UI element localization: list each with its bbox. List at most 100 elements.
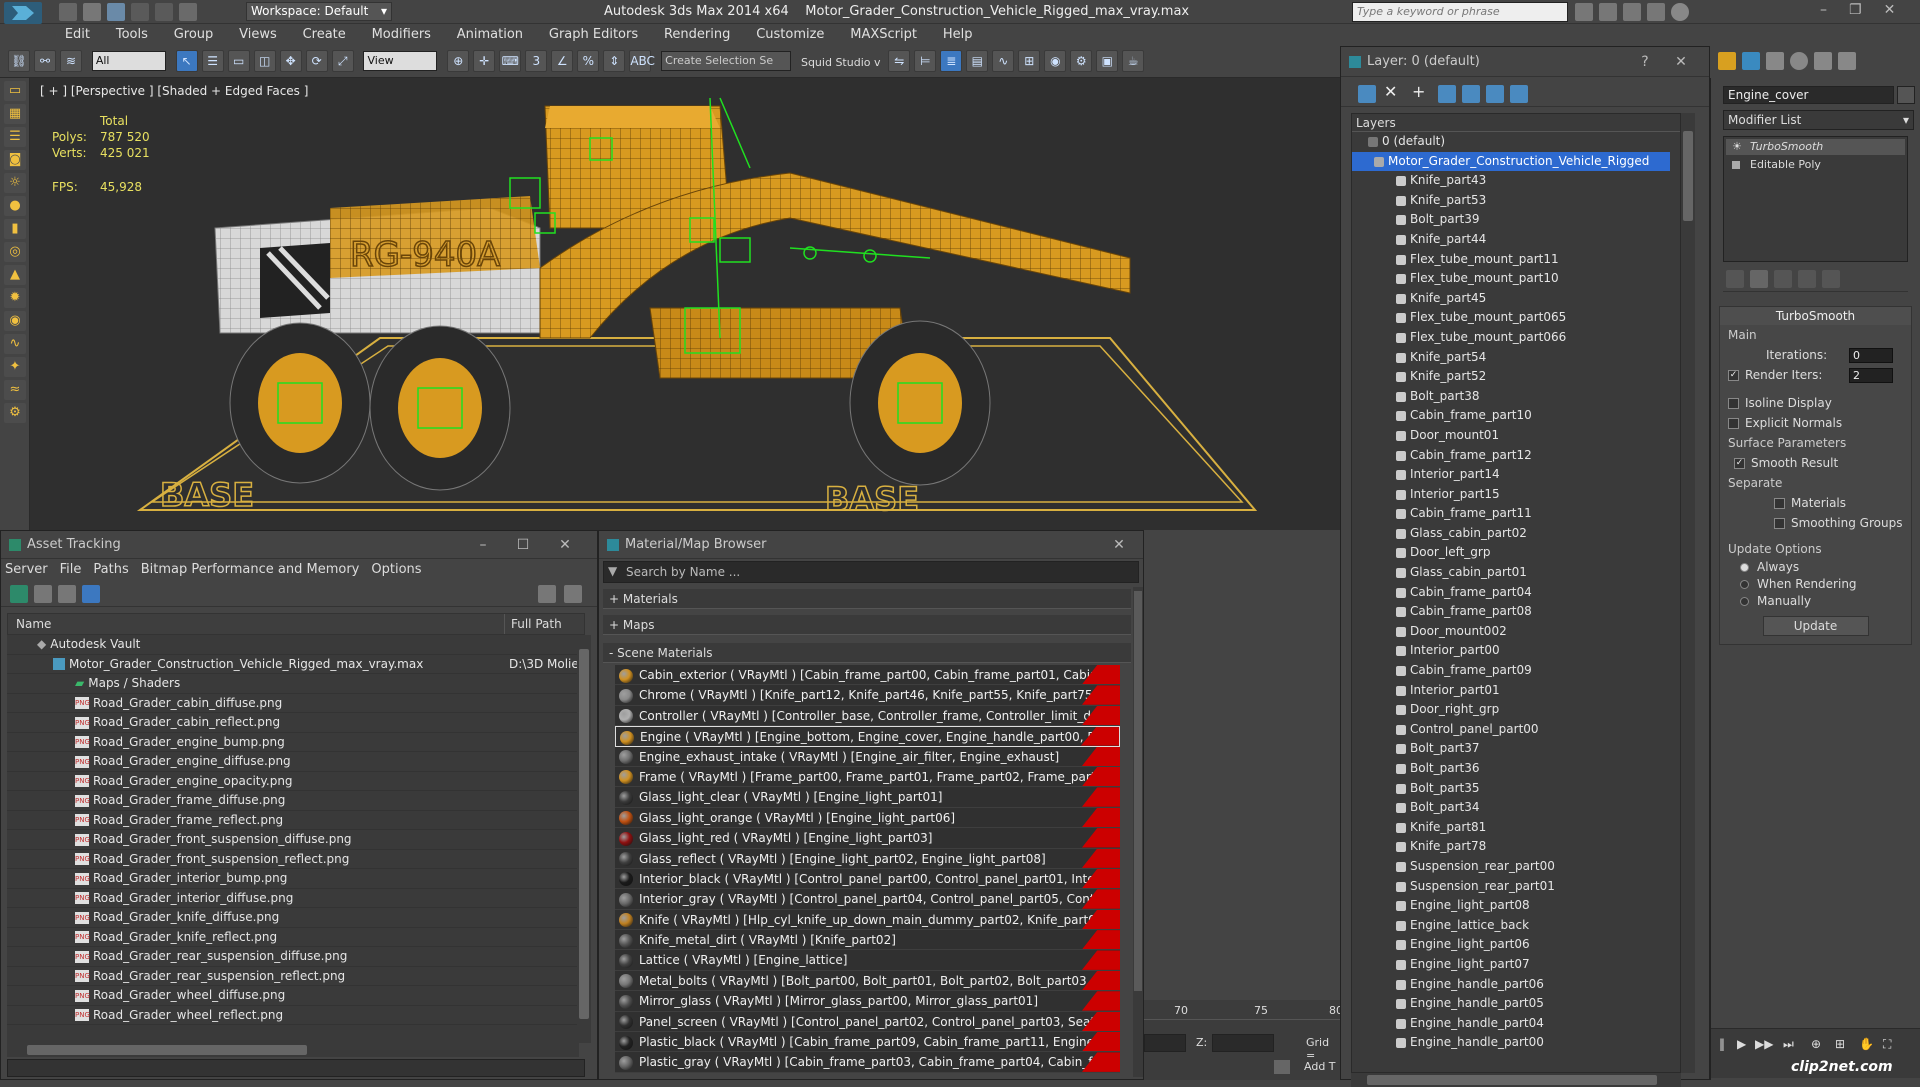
squid-studio-label[interactable]: Squid Studio v <box>801 56 881 69</box>
render-iters-spinner[interactable]: 2 <box>1849 368 1893 383</box>
material-row[interactable]: Knife ( VRayMtl ) [Hlp_cyl_knife_up_down… <box>615 909 1120 931</box>
delete-icon[interactable]: ✕ <box>1384 82 1402 101</box>
select-object-icon[interactable]: ↖ <box>175 50 198 72</box>
layer-object-row[interactable]: Engine_handle_part04 <box>1352 1014 1680 1034</box>
align-icon[interactable]: ⊨ <box>914 50 937 72</box>
torus-icon[interactable]: ◎ <box>4 242 26 262</box>
layer-object-row[interactable]: Knife_part78 <box>1352 837 1680 857</box>
material-browser-header[interactable]: Material/Map Browser ✕ <box>599 531 1143 559</box>
redo-icon[interactable] <box>155 3 173 21</box>
layer-object-row[interactable]: Cabin_frame_part04 <box>1352 583 1680 603</box>
sphere-icon[interactable]: ● <box>4 196 26 216</box>
layer-object-row[interactable]: Flex_tube_mount_part065 <box>1352 308 1680 328</box>
asset-file-row[interactable]: PNG Road_Grader_rear_suspension_reflect.p… <box>7 966 579 986</box>
layer-default[interactable]: 0 (default) <box>1352 132 1680 152</box>
layer-object-row[interactable]: Door_mount01 <box>1352 426 1680 446</box>
layer-object-row[interactable]: Flex_tube_mount_part10 <box>1352 269 1680 289</box>
material-row[interactable]: Engine ( VRayMtl ) [Engine_bottom, Engin… <box>615 726 1120 747</box>
asset-file-row[interactable]: PNG Road_Grader_rear_suspension_diffuse.p… <box>7 947 579 967</box>
material-row[interactable]: Panel_screen ( VRayMtl ) [Control_panel_… <box>615 1011 1120 1033</box>
lightbulb-icon[interactable]: ☀ <box>1732 139 1742 155</box>
cone-icon[interactable]: ▲ <box>4 265 26 285</box>
layer-explorer-icon[interactable]: ≣ <box>940 50 963 72</box>
asset-file-row[interactable]: PNG Road_Grader_engine_diffuse.png <box>7 752 579 772</box>
binoculars-icon[interactable] <box>1575 3 1593 21</box>
asset-file-row[interactable]: PNG Road_Grader_frame_diffuse.png <box>7 791 579 811</box>
subscription-icon[interactable] <box>1599 3 1617 21</box>
layer-object-row[interactable]: Control_panel_part00 <box>1352 720 1680 740</box>
motion-tab-icon[interactable] <box>1790 52 1808 70</box>
stack-item-turbosmooth[interactable]: ☀ TurboSmooth <box>1726 139 1905 155</box>
smooth-result-checkbox[interactable]: ✓ <box>1734 458 1745 469</box>
material-row[interactable]: Cabin_exterior ( VRayMtl ) [Cabin_frame_… <box>615 665 1120 686</box>
always-radio[interactable] <box>1740 563 1749 572</box>
list-view-icon[interactable] <box>34 585 52 603</box>
utilities-tab-icon[interactable] <box>1838 52 1856 70</box>
material-row[interactable]: Glass_light_clear ( VRayMtl ) [Engine_li… <box>615 787 1120 808</box>
display-tab-icon[interactable] <box>1814 52 1832 70</box>
expand-icon[interactable] <box>1732 161 1740 169</box>
help-icon[interactable] <box>538 585 556 603</box>
material-row[interactable]: Controller ( VRayMtl ) [Controller_base,… <box>615 705 1120 727</box>
maps-folder-row[interactable]: ▰ Maps / Shaders <box>7 674 579 694</box>
render-icon[interactable]: ☕ <box>1122 50 1145 72</box>
menu-bitmap-performance[interactable]: Bitmap Performance and Memory <box>141 562 360 577</box>
z-coord-field[interactable] <box>1212 1034 1274 1052</box>
settings-icon[interactable] <box>564 585 582 603</box>
hide-layer-icon[interactable] <box>1510 84 1528 103</box>
dropdown-arrow-icon[interactable]: ▼ <box>608 564 617 578</box>
link-icon[interactable]: ⛓ <box>8 50 30 72</box>
zoom-icon[interactable]: ⊕ <box>1811 1037 1821 1051</box>
light-icon[interactable]: ☼ <box>4 173 26 193</box>
bind-space-warp-icon[interactable]: ≋ <box>60 50 82 72</box>
material-row[interactable]: Plastic_black ( VRayMtl ) [Cabin_frame_p… <box>615 1032 1120 1053</box>
material-row[interactable]: Glass_light_orange ( VRayMtl ) [Engine_l… <box>615 807 1120 829</box>
scene-file-row[interactable]: Motor_Grader_Construction_Vehicle_Rigged… <box>7 654 579 674</box>
menu-file[interactable]: File <box>60 562 82 577</box>
layer-object-row[interactable]: Glass_cabin_part01 <box>1352 563 1680 583</box>
layer-object-row[interactable]: Bolt_part38 <box>1352 387 1680 407</box>
asset-file-row[interactable]: PNG Road_Grader_knife_diffuse.png <box>7 908 579 928</box>
layer-object-row[interactable]: Knife_part45 <box>1352 289 1680 309</box>
layer-object-row[interactable]: Engine_light_part07 <box>1352 955 1680 975</box>
percent-snap-icon[interactable]: % <box>577 50 600 72</box>
modifier-list-dropdown[interactable]: Modifier List ▾ <box>1723 110 1914 130</box>
material-row[interactable]: Glass_light_red ( VRayMtl ) [Engine_ligh… <box>615 828 1120 849</box>
asset-file-row[interactable]: PNG Road_Grader_frame_reflect.png <box>7 810 579 830</box>
menu-customize[interactable]: Customize <box>745 24 835 46</box>
restore-icon[interactable]: ❐ <box>1849 2 1884 18</box>
selection-filter-dropdown[interactable]: All <box>91 51 166 71</box>
menu-modifiers[interactable]: Modifiers <box>361 24 442 46</box>
project-folder-icon[interactable] <box>179 3 197 21</box>
layer-explorer-header[interactable]: Layer: 0 (default) ? ✕ <box>1341 47 1709 77</box>
curve-editor-icon[interactable]: ∿ <box>992 50 1015 72</box>
spinner-snap-icon[interactable]: ⇕ <box>603 50 626 72</box>
layer-object-row[interactable]: Knife_part43 <box>1352 171 1680 191</box>
search-input[interactable]: Type a keyword or phrase <box>1352 2 1568 22</box>
viewport-icon[interactable]: ▭ <box>4 81 26 101</box>
material-row[interactable]: Interior_gray ( VRayMtl ) [Control_panel… <box>615 889 1120 910</box>
isoline-checkbox[interactable] <box>1728 398 1739 409</box>
layer-object-row[interactable]: Cabin_frame_part11 <box>1352 504 1680 524</box>
layer-object-row[interactable]: Cabin_frame_part09 <box>1352 661 1680 681</box>
asset-file-row[interactable]: PNG Road_Grader_wheel_diffuse.png <box>7 986 579 1006</box>
thumbnail-view-icon[interactable] <box>58 585 76 603</box>
object-name-field[interactable]: Engine_cover <box>1723 86 1894 104</box>
layer-object-row[interactable]: Engine_handle_part05 <box>1352 994 1680 1014</box>
unlink-icon[interactable]: ⚯ <box>34 50 56 72</box>
layer-hscrollbar[interactable] <box>1351 1073 1681 1087</box>
layer-object-row[interactable]: Knife_part52 <box>1352 367 1680 387</box>
close-icon[interactable]: ✕ <box>553 531 577 559</box>
angle-snap-icon[interactable]: ∠ <box>551 50 574 72</box>
pin-stack-icon[interactable] <box>1726 270 1744 288</box>
menu-animation[interactable]: Animation <box>446 24 534 46</box>
next-key-icon[interactable]: ▶▶ <box>1755 1037 1773 1051</box>
app-logo-icon[interactable] <box>4 2 42 24</box>
layer-object-row[interactable]: Knife_part54 <box>1352 348 1680 368</box>
menu-rendering[interactable]: Rendering <box>653 24 741 46</box>
minimize-icon[interactable]: – <box>1820 2 1849 18</box>
snaps-toggle-icon[interactable]: 3 <box>525 50 548 72</box>
select-manipulate-icon[interactable]: ✛ <box>473 50 496 72</box>
materials-checkbox[interactable] <box>1774 498 1785 509</box>
column-name[interactable]: Name <box>8 617 51 631</box>
